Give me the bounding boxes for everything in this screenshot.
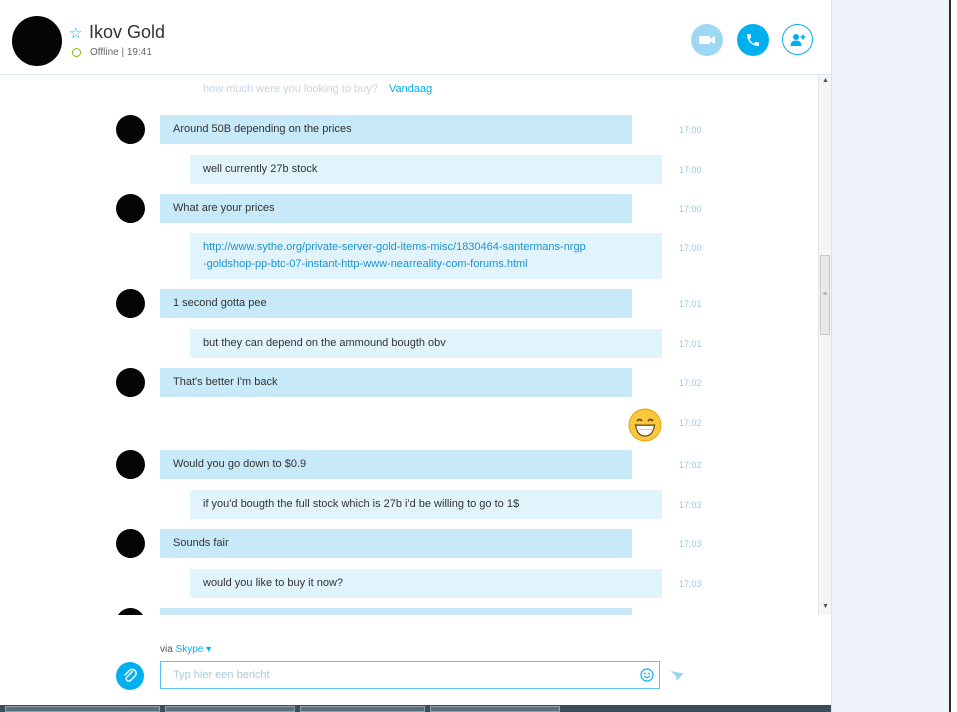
message-timestamp: 17:02: [679, 418, 702, 428]
add-contact-icon: [790, 33, 805, 46]
faded-message-text: how much were you looking to buy?: [203, 83, 378, 95]
message-bubble[interactable]: That's better I'm back: [160, 368, 632, 397]
message-link[interactable]: http://www.sythe.org/private-server-gold…: [203, 241, 586, 253]
message-bubble[interactable]: but they can depend on the ammound bougt…: [190, 329, 662, 358]
message-timestamp: 17:00: [679, 243, 702, 253]
message-timestamp: 17:02: [679, 378, 702, 388]
audio-call-button[interactable]: [737, 24, 769, 56]
chat-scrollbar[interactable]: ▲ ≡ ▼: [818, 75, 832, 615]
taskbar-button[interactable]: [430, 706, 560, 712]
message-avatar[interactable]: [116, 450, 145, 479]
offline-status-icon: [72, 48, 81, 57]
taskbar-button[interactable]: [165, 706, 295, 712]
message-timestamp: 17:00: [679, 165, 702, 175]
message-timestamp: 17:00: [679, 125, 702, 135]
message-timestamp: 17:03: [679, 579, 702, 589]
message-bubble[interactable]: 1 second gotta pee: [160, 289, 632, 318]
message-bubble[interactable]: well currently 27b stock: [190, 155, 662, 184]
message-bubble[interactable]: Sounds fair: [160, 529, 632, 558]
message-timestamp: 17:03: [679, 500, 702, 510]
message-bubble[interactable]: if you'd bougth the full stock which is …: [190, 490, 662, 519]
skype-window: ☆ Ikov Gold Offline | 19:41 how much wer…: [0, 0, 832, 712]
attach-button[interactable]: [116, 662, 144, 690]
message-bubble[interactable]: would you like to buy it now?: [190, 569, 662, 598]
message-input[interactable]: [160, 661, 660, 689]
message-bubble[interactable]: Around 50B depending on the prices: [160, 115, 632, 144]
taskbar: [0, 705, 831, 712]
message-avatar[interactable]: [116, 368, 145, 397]
message-avatar[interactable]: [116, 289, 145, 318]
message-link[interactable]: -goldshop-pp-btc-07-instant-http-www-nea…: [203, 258, 528, 270]
via-text: via: [160, 644, 173, 655]
scrollbar-thumb[interactable]: ≡: [820, 255, 830, 335]
message-avatar[interactable]: [116, 194, 145, 223]
contact-status: Offline | 19:41: [90, 47, 152, 58]
taskbar-button[interactable]: [5, 706, 160, 712]
conversation-header: ☆ Ikov Gold Offline | 19:41: [0, 8, 831, 75]
message-timestamp: 17:00: [679, 204, 702, 214]
video-call-button[interactable]: [691, 24, 723, 56]
message-avatar[interactable]: [116, 529, 145, 558]
message-history[interactable]: how much were you looking to buy? Vandaa…: [0, 75, 818, 615]
message-avatar[interactable]: [116, 608, 145, 615]
grip-icon: ≡: [823, 291, 828, 298]
grinning-face-emoticon[interactable]: [628, 408, 662, 447]
add-participant-button[interactable]: [782, 24, 813, 55]
contact-avatar[interactable]: [12, 16, 62, 66]
taskbar-button[interactable]: [300, 706, 425, 712]
compose-area: via Skype ▾: [0, 615, 831, 705]
right-side-panel: [831, 0, 949, 712]
message-timestamp: 17:02: [679, 460, 702, 470]
message-bubble[interactable]: Would you go down to $0.9: [160, 450, 632, 479]
grin-icon: [628, 408, 662, 442]
paperclip-icon: [124, 668, 137, 682]
send-icon: [670, 671, 684, 681]
message-avatar[interactable]: [116, 115, 145, 144]
via-service-label: Skype: [175, 644, 204, 655]
window-edge: [949, 0, 951, 712]
message-timestamp: 17:01: [679, 339, 702, 349]
emoticon-button[interactable]: [640, 668, 654, 687]
scroll-down-arrow-icon[interactable]: ▼: [822, 603, 829, 610]
phone-icon: [747, 34, 759, 46]
message-timestamp: 17:03: [679, 539, 702, 549]
via-label: via Skype ▾: [160, 644, 211, 655]
message-timestamp: 17:01: [679, 299, 702, 309]
via-service-dropdown[interactable]: Skype ▾: [176, 644, 212, 655]
send-button[interactable]: [670, 669, 684, 687]
message-bubble[interactable]: What are your prices: [160, 194, 632, 223]
star-icon[interactable]: ☆: [69, 24, 82, 42]
contact-name[interactable]: Ikov Gold: [89, 22, 165, 43]
video-icon: [699, 36, 715, 44]
message-bubble-partial[interactable]: [160, 608, 632, 615]
chevron-down-icon: ▾: [206, 644, 212, 655]
scroll-up-arrow-icon[interactable]: ▲: [822, 77, 829, 84]
smiley-icon: [640, 668, 654, 682]
message-bubble: http://www.sythe.org/private-server-gold…: [190, 233, 662, 279]
day-separator: Vandaag: [389, 83, 433, 95]
